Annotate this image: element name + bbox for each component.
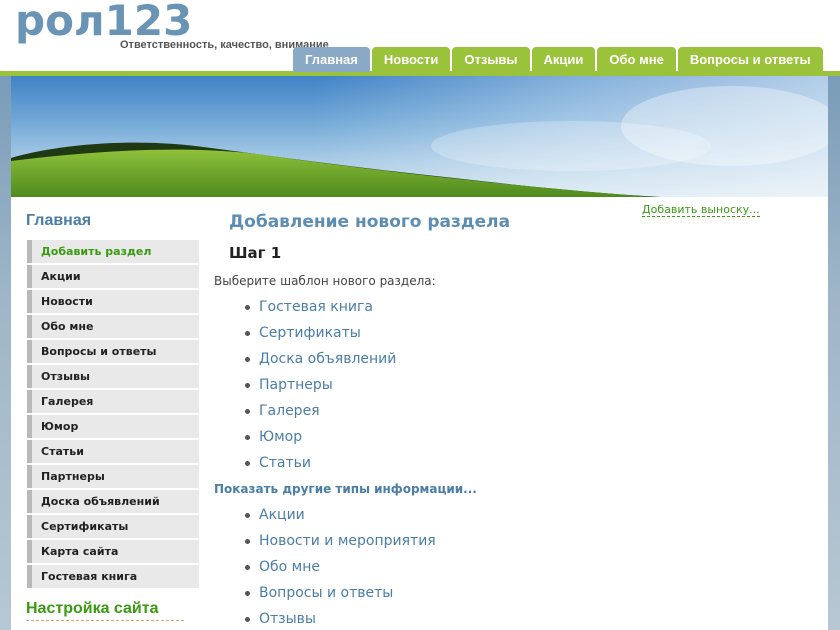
sidebar-item-partners[interactable]: Партнеры [27,465,199,488]
bullet-icon [245,305,250,310]
type-label: Отзывы [259,611,316,627]
page-title: Добавление нового раздела [229,212,511,232]
template-label: Сертификаты [259,325,361,341]
choose-template-label: Выберите шаблон нового раздела: [214,274,436,288]
site-settings-link[interactable]: Настройка сайта [26,600,184,621]
bullet-icon [245,565,250,570]
bullet-icon [245,539,250,544]
template-label: Галерея [259,403,320,419]
sidebar-item-certificates[interactable]: Сертификаты [27,515,199,538]
left-side-band [0,76,11,630]
type-label: Акции [259,507,305,523]
sidebar-item-reviews[interactable]: Отзывы [27,365,199,388]
sidebar-item-gallery[interactable]: Галерея [27,390,199,413]
type-link-faq[interactable]: Вопросы и ответы [245,580,436,606]
type-label: Новости и мероприятия [259,533,436,549]
sidebar-item-faq[interactable]: Вопросы и ответы [27,340,199,363]
sidebar-menu: Добавить раздел Акции Новости Обо мне Во… [27,240,199,590]
sidebar-item-about[interactable]: Обо мне [27,315,199,338]
template-label: Доска объявлений [259,351,397,367]
template-link-humor[interactable]: Юмор [245,424,396,450]
nav-tab-about[interactable]: Обо мне [597,47,676,72]
bullet-icon [245,383,250,388]
header-banner [11,76,828,197]
sidebar-item-humor[interactable]: Юмор [27,415,199,438]
bullet-icon [245,357,250,362]
bullet-icon [245,617,250,622]
landscape-image [11,76,828,197]
nav-tab-reviews[interactable]: Отзывы [452,47,530,72]
template-link-certificates[interactable]: Сертификаты [245,320,396,346]
type-label: Вопросы и ответы [259,585,394,601]
bullet-icon [245,461,250,466]
bullet-icon [245,435,250,440]
nav-tab-home[interactable]: Главная [293,47,370,72]
template-list: Гостевая книга Сертификаты Доска объявле… [245,294,397,476]
template-link-articles[interactable]: Статьи [245,450,396,476]
type-link-promotions[interactable]: Акции [245,502,436,528]
sidebar-item-articles[interactable]: Статьи [27,440,199,463]
add-callout-link[interactable]: Добавить выноску... [642,203,760,217]
type-link-about[interactable]: Обо мне [245,554,436,580]
template-label: Партнеры [259,377,333,393]
step-title: Шаг 1 [229,244,282,262]
bullet-icon [245,409,250,414]
sidebar-item-promotions[interactable]: Акции [27,265,199,288]
show-more-types-link[interactable]: Показать другие типы информации... [214,482,477,496]
type-link-news-events[interactable]: Новости и мероприятия [245,528,436,554]
sidebar-title: Главная [26,212,92,229]
template-label: Гостевая книга [259,299,373,315]
bullet-icon [245,591,250,596]
sidebar-item-add-section[interactable]: Добавить раздел [27,240,199,263]
site-header: рол123 Ответственность, качество, вниман… [0,0,840,76]
template-label: Юмор [259,429,303,445]
template-link-guestbook[interactable]: Гостевая книга [245,294,396,320]
main-nav: Главная Новости Отзывы Акции Обо мне Воп… [293,47,823,72]
bullet-icon [245,513,250,518]
type-link-reviews[interactable]: Отзывы [245,606,436,630]
sidebar-item-sitemap[interactable]: Карта сайта [27,540,199,563]
type-label: Обо мне [259,559,320,575]
sidebar-item-news[interactable]: Новости [27,290,199,313]
template-link-bulletin-board[interactable]: Доска объявлений [245,346,397,372]
nav-tab-faq[interactable]: Вопросы и ответы [677,47,823,72]
nav-tab-news[interactable]: Новости [371,47,451,72]
template-link-gallery[interactable]: Галерея [245,398,396,424]
right-side-band [828,76,840,630]
bullet-icon [245,331,250,336]
other-types-list: Акции Новости и мероприятия Обо мне Вопр… [245,502,436,630]
sidebar-item-guestbook[interactable]: Гостевая книга [27,565,199,588]
template-link-partners[interactable]: Партнеры [245,372,396,398]
nav-tab-promotions[interactable]: Акции [531,47,596,72]
template-label: Статьи [259,455,312,471]
sidebar-item-bulletin-board[interactable]: Доска объявлений [27,490,199,513]
